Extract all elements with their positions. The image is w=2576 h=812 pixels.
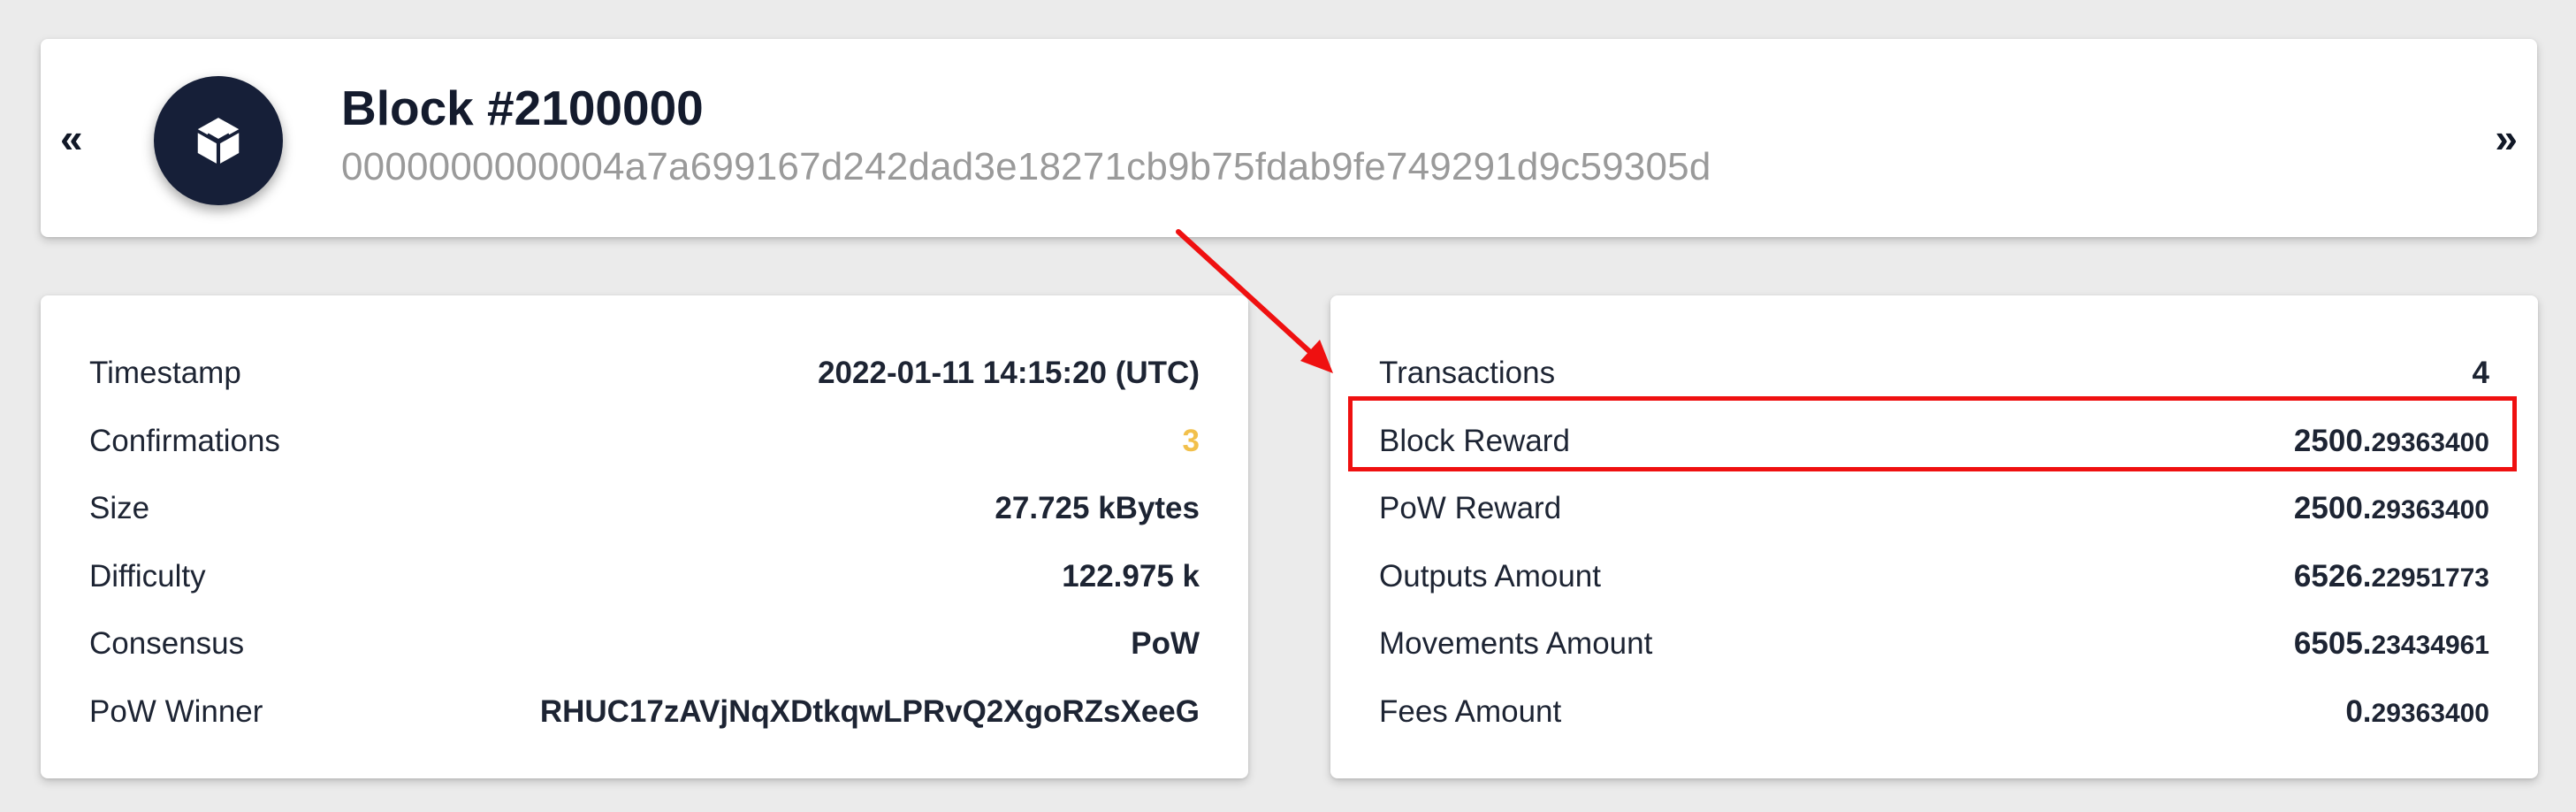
next-block-button[interactable]: » [2495,118,2518,158]
amount-integer: 0. [2345,693,2372,729]
block-amounts-card: Transactions 4 Block Reward 2500.2936340… [1330,295,2538,778]
amount-value-block-reward: 2500.29363400 [2294,424,2489,459]
detail-row-pow-winner: PoW Winner RHUC17zAVjNqXDtkqwLPRvQ2XgoRZ… [89,678,1200,747]
detail-row-confirmations: Confirmations 3 [89,408,1200,476]
amount-label: Block Reward [1379,423,1570,458]
amount-decimals: 29363400 [2371,427,2489,457]
amount-decimals: 29363400 [2371,495,2489,525]
detail-row-size: Size 27.725 kBytes [89,475,1200,543]
amount-row-transactions: Transactions 4 [1379,340,2489,408]
amount-decimals: 22951773 [2371,563,2489,593]
detail-value-difficulty: 122.975 k [1062,558,1200,594]
detail-label: PoW Winner [89,693,263,729]
amount-row-pow-reward: PoW Reward 2500.29363400 [1379,475,2489,543]
amount-label: Fees Amount [1379,693,1562,729]
amount-label: Transactions [1379,356,1556,391]
block-details-card: Timestamp 2022-01-11 14:15:20 (UTC) Conf… [41,295,1248,778]
block-title: Block #2100000 [341,80,704,135]
amount-value-transactions: 4 [2472,356,2489,391]
amount-integer: 2500. [2293,423,2372,458]
detail-label: Size [89,491,150,526]
amount-row-fees-amount: Fees Amount 0.29363400 [1379,678,2489,747]
detail-value-consensus: PoW [1131,626,1200,662]
amount-row-outputs-amount: Outputs Amount 6526.22951773 [1379,543,2489,611]
amount-value-outputs: 6526.22951773 [2294,559,2489,594]
detail-label: Difficulty [89,558,206,594]
block-hash[interactable]: 0000000000004a7a699167d242dad3e18271cb9b… [341,145,1711,189]
amount-value-pow-reward: 2500.29363400 [2294,491,2489,526]
previous-block-button[interactable]: « [60,118,83,158]
detail-row-consensus: Consensus PoW [89,610,1200,678]
amount-row-movements-amount: Movements Amount 6505.23434961 [1379,610,2489,678]
amount-decimals: 23434961 [2371,631,2489,661]
amount-decimals: 29363400 [2371,698,2489,728]
detail-value-size: 27.725 kBytes [995,491,1200,526]
amount-row-block-reward: Block Reward 2500.29363400 [1379,408,2489,476]
amount-integer: 2500. [2293,491,2372,526]
cube-icon [197,118,240,164]
pow-winner-address-link[interactable]: RHUC17zAVjNqXDtkqwLPRvQ2XgoRZsXeeG [540,694,1200,730]
detail-row-difficulty: Difficulty 122.975 k [89,543,1200,611]
amount-label: Movements Amount [1379,626,1653,662]
block-avatar [154,76,283,205]
detail-label: Consensus [89,626,245,662]
amount-integer: 6505. [2293,626,2372,662]
detail-value-confirmations: 3 [1182,423,1200,458]
amount-value-movements: 6505.23434961 [2294,626,2489,662]
amount-integer: 6526. [2293,558,2372,594]
detail-label: Confirmations [89,423,280,458]
amount-label: Outputs Amount [1379,558,1601,594]
amount-label: PoW Reward [1379,491,1562,526]
amount-value-fees: 0.29363400 [2345,694,2489,730]
detail-label: Timestamp [89,356,241,391]
detail-row-timestamp: Timestamp 2022-01-11 14:15:20 (UTC) [89,340,1200,408]
block-header-card: « Block #2100000 0000000000004a7a699167d… [41,39,2537,237]
detail-value-timestamp: 2022-01-11 14:15:20 (UTC) [818,356,1200,391]
